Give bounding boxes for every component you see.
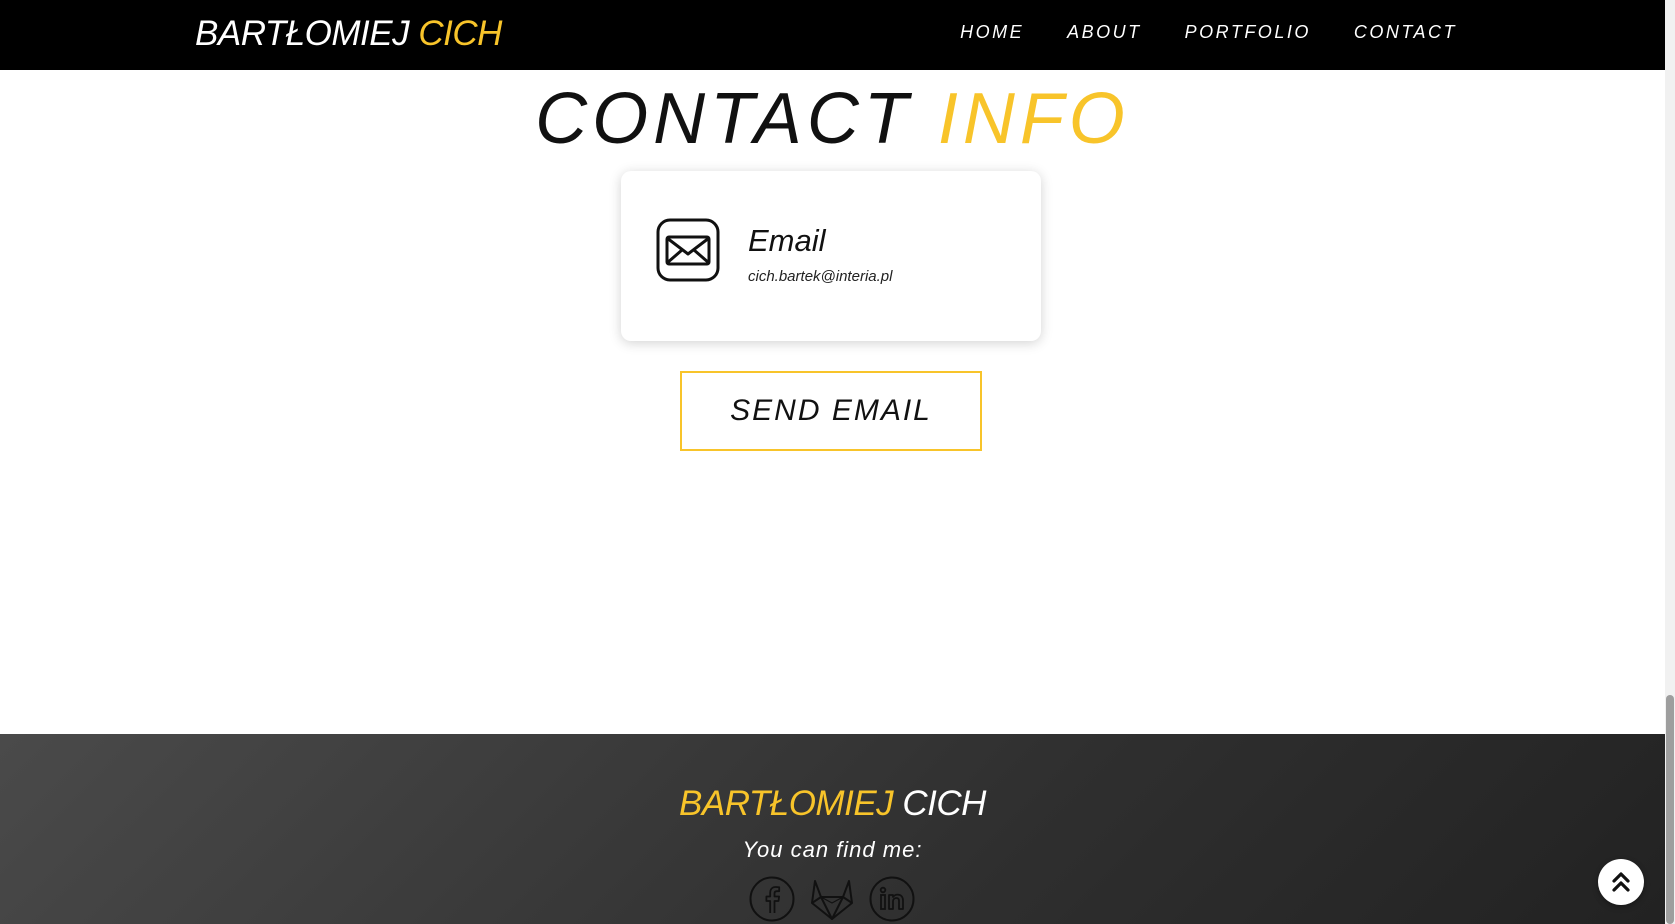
envelope-icon [656,218,720,282]
email-card-title: Email [748,223,826,258]
brand-first-name: BARTŁOMIEJ [195,14,410,53]
nav-link-portfolio[interactable]: PORTFOLIO [1185,22,1311,43]
contact-section-title: CONTACT INFO [0,78,1665,160]
navbar: BARTŁOMIEJ CICH HOME ABOUT PORTFOLIO CON… [0,0,1665,70]
footer-tagline: You can find me: [742,837,923,862]
gitlab-icon[interactable] [808,875,856,923]
scroll-to-top-button[interactable] [1598,859,1644,905]
nav-link-about[interactable]: ABOUT [1067,22,1142,43]
footer-brand-second: CICH [902,784,986,823]
footer: BARTŁOMIEJ CICH You can find me: [0,734,1665,924]
contact-title-second: INFO [937,79,1130,159]
double-chevron-up-icon [1612,872,1630,892]
facebook-icon[interactable] [748,875,796,923]
social-links [748,875,916,923]
brand-logo[interactable]: BARTŁOMIEJ CICH [195,14,502,54]
page-scrollbar[interactable] [1665,0,1675,924]
email-contact-card: Email cich.bartek@interia.pl [621,171,1041,341]
brand-last-name: CICH [418,14,502,53]
contact-title-first: CONTACT [535,79,913,159]
nav-link-home[interactable]: HOME [960,22,1024,43]
scrollbar-thumb[interactable] [1666,695,1674,924]
footer-brand: BARTŁOMIEJ CICH [0,784,1665,824]
nav-link-contact[interactable]: CONTACT [1354,22,1457,43]
linkedin-icon[interactable] [868,875,916,923]
send-email-button[interactable]: SEND EMAIL [680,371,982,451]
footer-brand-first: BARTŁOMIEJ [679,784,894,823]
email-address[interactable]: cich.bartek@interia.pl [748,268,892,285]
nav-links: HOME ABOUT PORTFOLIO CONTACT [917,22,1457,43]
